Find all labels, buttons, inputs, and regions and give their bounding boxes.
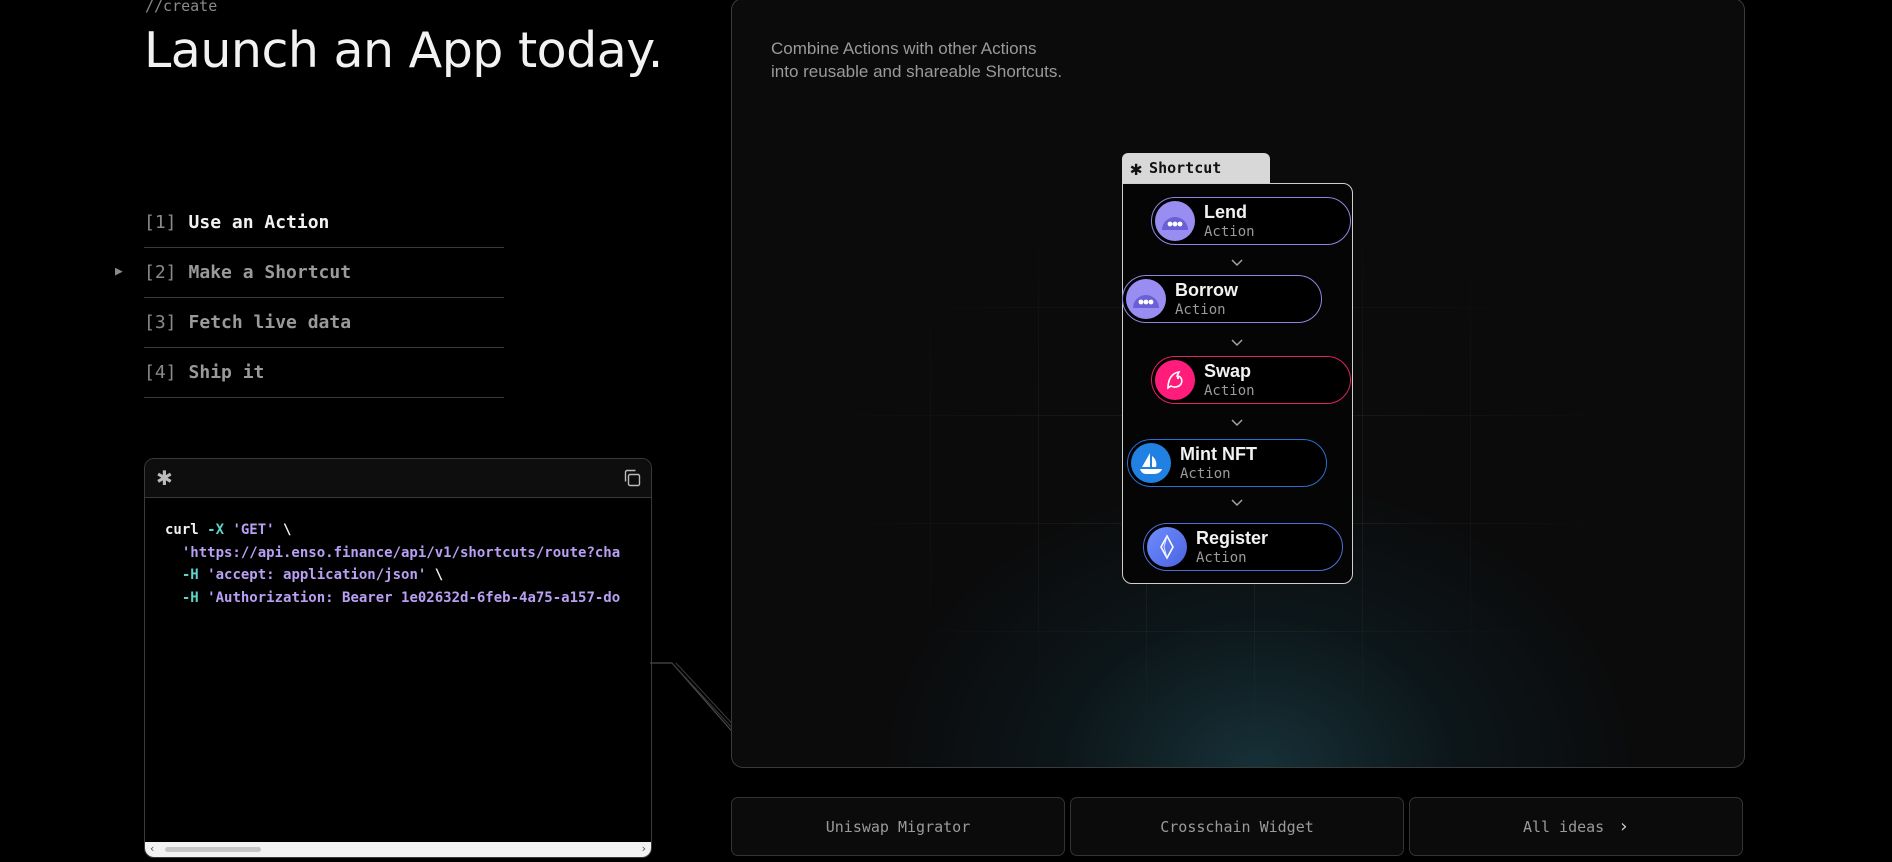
morpho-icon xyxy=(1126,279,1166,319)
opensea-boat-icon xyxy=(1131,443,1171,483)
step-label: Make a Shortcut xyxy=(188,262,352,283)
step-label: Use an Action xyxy=(188,212,330,233)
action-type: Action xyxy=(1204,223,1255,240)
action-name: Lend xyxy=(1204,201,1247,222)
asterisk-icon: ✱ xyxy=(1130,156,1143,180)
button-label: Crosschain Widget xyxy=(1160,817,1314,836)
code-string: 'accept: application/json' xyxy=(207,567,427,583)
action-node-register[interactable]: Register Action xyxy=(1143,523,1343,571)
chevron-down-icon xyxy=(1231,339,1243,346)
chevron-down-icon xyxy=(1231,419,1243,426)
shortcut-tab: ✱ Shortcut xyxy=(1122,153,1270,183)
scroll-right-icon[interactable]: › xyxy=(642,842,646,855)
code-string: 'GET' xyxy=(232,522,275,538)
step-number: [1] xyxy=(144,212,177,233)
horizontal-scrollbar[interactable]: ‹ › xyxy=(145,842,651,857)
chevron-right-icon: › xyxy=(1618,816,1630,837)
action-type: Action xyxy=(1175,301,1226,318)
action-node-lend[interactable]: Lend Action xyxy=(1151,197,1351,245)
code-line: curl -X 'GET' \ xyxy=(165,522,291,538)
code-line: 'https://api.enso.finance/api/v1/shortcu… xyxy=(165,545,620,561)
code-panel-header: ✱ xyxy=(145,459,651,498)
steps-list: [1] Use an Action ▶ [2] Make a Shortcut … xyxy=(115,198,504,398)
code-string: 'https://api.enso.finance/api/v1/shortcu… xyxy=(181,544,621,561)
code-string: 'Authorization: Bearer 1e02632d-6feb-4a7… xyxy=(207,589,621,606)
panel-description: Combine Actions with other Actions into … xyxy=(771,37,1062,83)
uniswap-unicorn-icon xyxy=(1155,360,1195,400)
play-arrow-icon: ▶ xyxy=(115,264,123,279)
action-name: Swap xyxy=(1204,360,1252,381)
crosschain-widget-button[interactable]: Crosschain Widget xyxy=(1070,797,1404,856)
action-node-mint-nft[interactable]: Mint NFT Action xyxy=(1127,439,1327,487)
step-fetch-live-data[interactable]: [3] Fetch live data xyxy=(144,298,504,348)
chevron-down-icon xyxy=(1231,499,1243,506)
code-snippet-panel: ✱ curl -X 'GET' \ 'https://api.enso.fina… xyxy=(144,458,652,858)
action-node-swap[interactable]: Swap Action xyxy=(1151,356,1351,404)
action-type: Action xyxy=(1204,382,1255,399)
code-command: curl xyxy=(165,522,199,538)
button-label: Uniswap Migrator xyxy=(825,817,971,836)
page-title: Launch an App today. xyxy=(144,22,663,79)
action-name: Register xyxy=(1196,527,1269,548)
action-name: Mint NFT xyxy=(1180,443,1257,464)
panel-description-line: into reusable and shareable Shortcuts. xyxy=(771,62,1063,81)
code-flag: -X xyxy=(207,522,225,538)
step-number: [2] xyxy=(144,262,177,283)
code-flag: -H xyxy=(181,589,199,606)
code-continuation: \ xyxy=(283,522,292,538)
step-use-an-action[interactable]: [1] Use an Action xyxy=(144,198,504,248)
action-name: Borrow xyxy=(1175,279,1238,300)
scrollbar-thumb[interactable] xyxy=(165,847,261,852)
action-node-borrow[interactable]: Borrow Action xyxy=(1122,275,1322,323)
button-label: All ideas xyxy=(1522,817,1605,836)
asterisk-icon: ✱ xyxy=(156,466,173,490)
code-line: -H 'Authorization: Bearer 1e02632d-6feb-… xyxy=(165,590,620,606)
step-number: [3] xyxy=(144,312,177,333)
ens-icon xyxy=(1147,527,1187,567)
action-type: Action xyxy=(1196,549,1247,566)
all-ideas-button[interactable]: All ideas › xyxy=(1409,797,1743,856)
step-number: [4] xyxy=(144,362,177,383)
morpho-icon xyxy=(1155,201,1195,241)
uniswap-migrator-button[interactable]: Uniswap Migrator xyxy=(731,797,1065,856)
code-block[interactable]: curl -X 'GET' \ 'https://api.enso.financ… xyxy=(145,498,651,609)
scroll-left-icon[interactable]: ‹ xyxy=(150,842,154,855)
eyebrow-label: //create xyxy=(145,0,218,15)
step-label: Fetch live data xyxy=(188,312,352,333)
panel-description-line: Combine Actions with other Actions xyxy=(771,39,1037,58)
code-line: -H 'accept: application/json' \ xyxy=(165,567,443,583)
action-type: Action xyxy=(1180,465,1231,482)
shortcut-title: Shortcut xyxy=(1149,159,1222,177)
copy-icon[interactable] xyxy=(622,468,642,488)
step-ship-it[interactable]: [4] Ship it xyxy=(144,348,504,398)
step-label: Ship it xyxy=(188,362,265,383)
code-flag: -H xyxy=(181,567,199,583)
chevron-down-icon xyxy=(1231,259,1243,266)
step-make-a-shortcut[interactable]: ▶ [2] Make a Shortcut xyxy=(115,248,504,298)
code-continuation: \ xyxy=(434,567,444,583)
